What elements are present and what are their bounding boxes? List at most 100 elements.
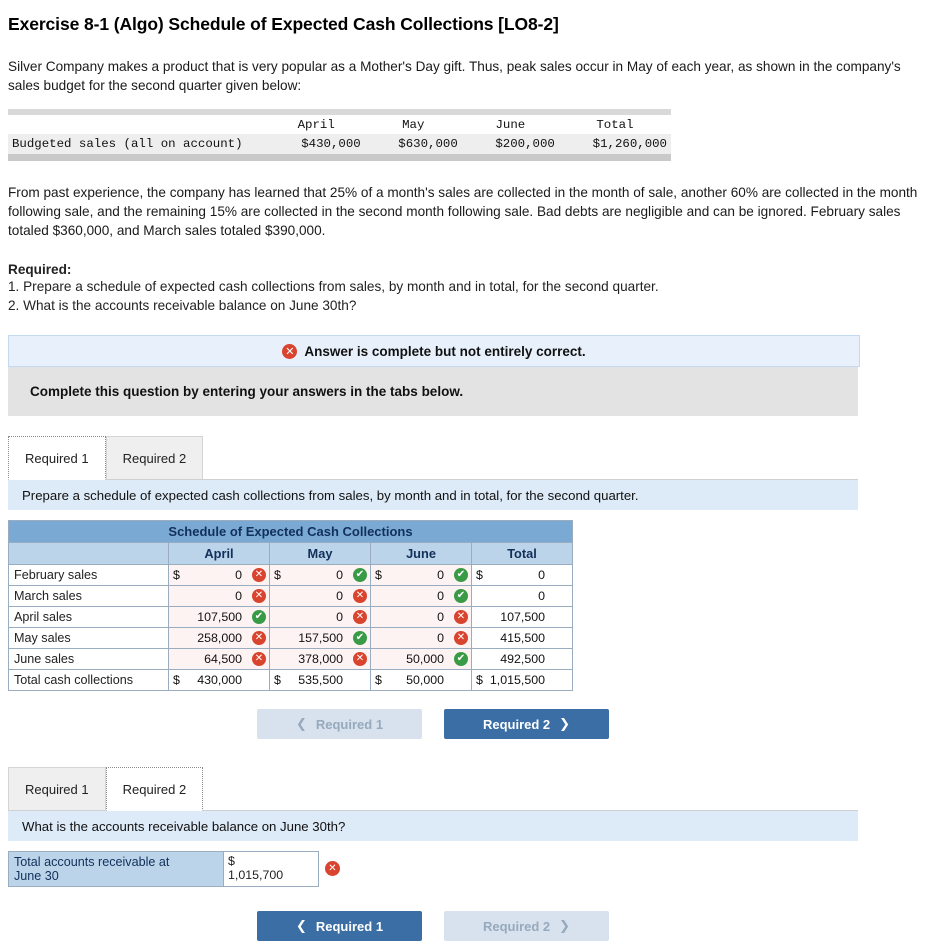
check-circle-icon: ✔ <box>454 589 468 603</box>
cell-value: 535,500 <box>298 673 343 687</box>
cell-april-total: 107,500 <box>471 606 573 628</box>
tab2-required-2[interactable]: Required 2 <box>105 767 204 811</box>
budget-value-june: $200,000 <box>495 137 555 151</box>
cell-value: 107,500 <box>197 610 242 624</box>
cell-may-may[interactable]: 157,500 ✔ <box>269 627 371 649</box>
prompt-required-1-text: Prepare a schedule of expected cash coll… <box>22 487 639 503</box>
cell-april-june[interactable]: 0 ✕ <box>370 606 472 628</box>
ar-value-cell[interactable]: $ 1,015,700 ✕ <box>223 851 340 887</box>
x-circle-icon: ✕ <box>353 589 367 603</box>
row-label-may-sales: May sales <box>8 627 169 649</box>
chevron-right-icon: ❯ <box>559 716 571 732</box>
tab-required-2[interactable]: Required 2 <box>105 436 204 480</box>
dollar-sign: $ <box>375 673 382 687</box>
schedule-title-row: Schedule of Expected Cash Collections <box>8 520 573 543</box>
schedule-col-april: April <box>168 542 270 565</box>
required-heading: Required: <box>8 262 72 277</box>
cell-value: 64,500 <box>204 652 242 666</box>
budget-col-may: May <box>402 118 425 132</box>
instruction-banner: Complete this question by entering your … <box>8 367 858 416</box>
page-title: Exercise 8-1 (Algo) Schedule of Expected… <box>8 14 559 34</box>
schedule-col-total: Total <box>471 542 573 565</box>
cell-june-june[interactable]: 50,000 ✔ <box>370 648 472 670</box>
x-circle-icon: ✕ <box>454 610 468 624</box>
row-label-total-cash-collections: Total cash collections <box>8 669 169 691</box>
table-row-total: Total cash collections $ 430,000 $ 535,5… <box>8 669 573 691</box>
tab-required-1[interactable]: Required 1 <box>8 436 106 480</box>
next-button-label: Required 2 <box>482 716 551 732</box>
paragraph-2: From past experience, the company has le… <box>8 185 918 238</box>
cell-april-april[interactable]: 107,500 ✔ <box>168 606 270 628</box>
x-circle-icon: ✕ <box>282 343 298 359</box>
x-circle-icon: ✕ <box>252 652 266 666</box>
cell-value: 0 <box>336 589 343 603</box>
cell-march-april[interactable]: 0 ✕ <box>168 585 270 607</box>
x-circle-icon: ✕ <box>325 861 340 876</box>
cell-value: 0 <box>235 589 242 603</box>
cell-february-june[interactable]: $ 0 ✔ <box>370 564 472 586</box>
cell-june-may[interactable]: 378,000 ✕ <box>269 648 371 670</box>
cell-february-april[interactable]: $ 0 ✕ <box>168 564 270 586</box>
schedule-col-june: June <box>370 542 472 565</box>
dollar-sign: $ <box>173 568 180 582</box>
answer-status-text: Answer is complete but not entirely corr… <box>304 343 586 359</box>
cell-june-total: 492,500 <box>471 648 573 670</box>
check-circle-icon: ✔ <box>454 568 468 582</box>
budget-row-label: Budgeted sales (all on account) <box>12 137 243 151</box>
prompt-required-2-text: What is the accounts receivable balance … <box>22 818 346 834</box>
cell-april-may[interactable]: 0 ✕ <box>269 606 371 628</box>
cell-march-total: 0 <box>471 585 573 607</box>
prev-required-1-button[interactable]: ❮ Required 1 <box>257 709 422 739</box>
cell-may-total: 415,500 <box>471 627 573 649</box>
prompt-required-2: What is the accounts receivable balance … <box>8 811 858 841</box>
tab-required-2-label: Required 2 <box>122 450 187 466</box>
x-circle-icon: ✕ <box>252 631 266 645</box>
cell-value: 430,000 <box>197 673 242 687</box>
table-row: June sales 64,500 ✕ 378,000 ✕ 50,000 ✔ 4… <box>8 648 573 670</box>
schedule-col-may: May <box>269 542 371 565</box>
cell-value: 107,500 <box>500 610 545 624</box>
budget-value-april: $430,000 <box>301 137 361 151</box>
nav-buttons-2: ❮ Required 1 Required 2 ❯ <box>8 911 858 941</box>
dollar-sign: $ <box>476 568 483 582</box>
tab2-required-1-label: Required 1 <box>25 781 89 797</box>
budget-value-may: $630,000 <box>398 137 458 151</box>
cell-march-may[interactable]: 0 ✕ <box>269 585 371 607</box>
ar-row-label: Total accounts receivable at June 30 <box>8 851 224 887</box>
prev-required-1-button-2[interactable]: ❮ Required 1 <box>257 911 422 941</box>
schedule-title: Schedule of Expected Cash Collections <box>8 520 573 543</box>
tab2-required-1[interactable]: Required 1 <box>8 767 106 811</box>
cell-value: 415,500 <box>500 631 545 645</box>
prompt-required-1: Prepare a schedule of expected cash coll… <box>8 480 858 510</box>
budget-table-data-row: Budgeted sales (all on account) $430,000… <box>8 134 671 154</box>
check-circle-icon: ✔ <box>454 652 468 666</box>
cell-may-april[interactable]: 258,000 ✕ <box>168 627 270 649</box>
budget-col-total: Total <box>596 118 634 132</box>
tab-bar-1: Required 1 Required 2 <box>8 434 858 480</box>
budget-table: April May June Total Budgeted sales (all… <box>8 109 671 161</box>
budget-table-bottom-band <box>8 154 671 161</box>
cell-february-may[interactable]: $ 0 ✔ <box>269 564 371 586</box>
next-required-2-button[interactable]: Required 2 ❯ <box>444 709 609 739</box>
cell-june-april[interactable]: 64,500 ✕ <box>168 648 270 670</box>
dollar-sign: $ <box>173 673 180 687</box>
cell-value: 0 <box>336 568 343 582</box>
next-button-label-2: Required 2 <box>482 918 551 934</box>
cell-may-june[interactable]: 0 ✕ <box>370 627 472 649</box>
row-label-june-sales: June sales <box>8 648 169 670</box>
instruction-text: Complete this question by entering your … <box>30 384 464 399</box>
dollar-sign: $ <box>274 673 281 687</box>
nav-buttons-1: ❮ Required 1 Required 2 ❯ <box>8 709 858 739</box>
schedule-corner-cell <box>8 542 169 565</box>
next-required-2-button-2[interactable]: Required 2 ❯ <box>444 911 609 941</box>
required-item-2: 2. What is the accounts receivable balan… <box>8 298 357 313</box>
cell-value: 0 <box>437 610 444 624</box>
prev-button-label: Required 1 <box>315 716 384 732</box>
cell-value: 157,500 <box>298 631 343 645</box>
dollar-sign: $ <box>274 568 281 582</box>
required-item-1: 1. Prepare a schedule of expected cash c… <box>8 279 659 294</box>
cell-value: 0 <box>538 589 545 603</box>
cell-march-june[interactable]: 0 ✔ <box>370 585 472 607</box>
cell-value: 0 <box>437 568 444 582</box>
dollar-sign: $ <box>228 854 235 868</box>
